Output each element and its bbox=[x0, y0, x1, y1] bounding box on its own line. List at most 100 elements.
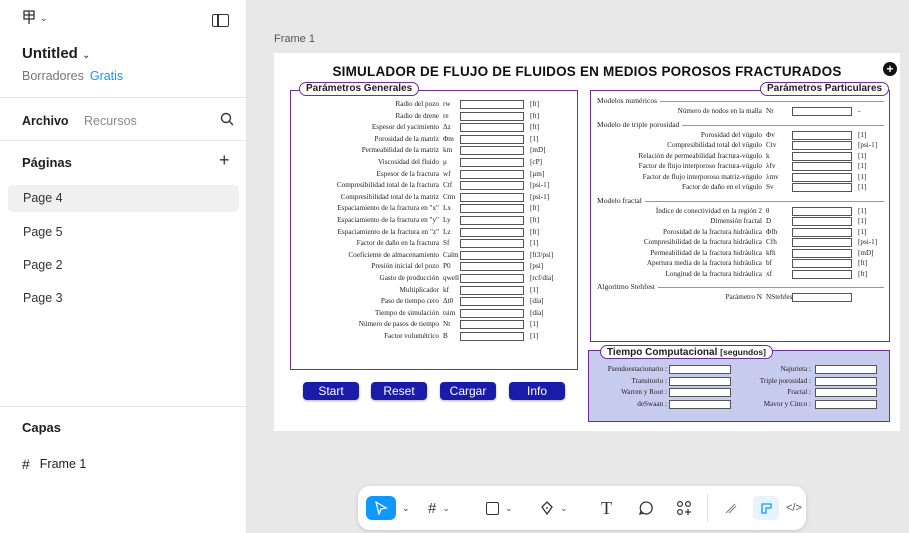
param-unit: [1] bbox=[858, 183, 867, 191]
param-input[interactable] bbox=[460, 308, 524, 318]
param-label: Compresibilidad de la fractura hidráulic… bbox=[643, 238, 762, 246]
time-output[interactable] bbox=[815, 376, 877, 386]
param-input[interactable] bbox=[460, 192, 524, 202]
pen-tool[interactable]: ⌄ bbox=[540, 496, 568, 520]
dev-mode-button[interactable]: </> bbox=[786, 496, 802, 520]
param-input[interactable] bbox=[460, 320, 524, 330]
param-input[interactable] bbox=[792, 206, 852, 216]
toggle-sidebar-icon[interactable] bbox=[212, 14, 229, 27]
param-input[interactable] bbox=[460, 134, 524, 144]
param-input[interactable] bbox=[792, 141, 852, 150]
text-tool[interactable]: T bbox=[601, 496, 612, 520]
param-input[interactable] bbox=[460, 239, 524, 249]
page-item[interactable]: Page 4 bbox=[8, 185, 239, 212]
param-label: Compresibilidad total de la fractura bbox=[336, 181, 439, 190]
param-label: Porosidad de la fractura hidráulica bbox=[663, 227, 762, 236]
tab-file[interactable]: Archivo bbox=[22, 114, 69, 128]
param-unit: [ft] bbox=[530, 204, 540, 213]
param-input[interactable] bbox=[460, 274, 524, 283]
param-input[interactable] bbox=[460, 111, 524, 121]
layers-title: Capas bbox=[22, 420, 62, 435]
param-input[interactable] bbox=[792, 217, 852, 226]
time-output[interactable] bbox=[669, 399, 731, 409]
param-input[interactable] bbox=[460, 285, 524, 295]
actions-tool[interactable] bbox=[676, 496, 692, 520]
page-item[interactable]: Page 2 bbox=[8, 252, 239, 279]
param-input[interactable] bbox=[792, 107, 852, 116]
param-symbol: μ bbox=[443, 158, 447, 166]
param-input[interactable] bbox=[460, 181, 524, 191]
divider bbox=[0, 97, 247, 98]
param-label: Coeficiente de almacenamiento bbox=[348, 250, 439, 259]
param-unit: [ft3/psi] bbox=[530, 250, 554, 259]
param-symbol: kfh bbox=[766, 248, 776, 257]
draw-mode-button[interactable] bbox=[724, 496, 738, 520]
time-output[interactable] bbox=[669, 365, 731, 374]
page-item[interactable]: Page 5 bbox=[8, 219, 239, 246]
param-symbol: Δt0 bbox=[443, 297, 454, 306]
move-tool[interactable] bbox=[366, 496, 396, 520]
param-input[interactable] bbox=[460, 146, 524, 156]
param-input[interactable] bbox=[460, 216, 524, 225]
param-input[interactable] bbox=[792, 227, 852, 237]
param-symbol: Φv bbox=[766, 130, 775, 139]
param-input[interactable] bbox=[792, 269, 852, 279]
param-label: Índice de conectividad en la región 2 bbox=[655, 206, 762, 215]
param-symbol: re bbox=[443, 111, 449, 120]
chevron-down-icon: ⌄ bbox=[505, 502, 513, 513]
time-output[interactable] bbox=[815, 399, 877, 409]
time-label: Pseudoestacionario : bbox=[607, 365, 667, 373]
divider bbox=[0, 406, 247, 407]
start-button[interactable]: Start bbox=[303, 382, 359, 400]
time-output[interactable] bbox=[815, 365, 877, 374]
param-input[interactable] bbox=[460, 100, 524, 109]
drafts-label[interactable]: Borradores bbox=[22, 69, 84, 83]
pencil-icon bbox=[725, 503, 737, 514]
time-label: Warren y Root : bbox=[621, 388, 667, 396]
plus-circle-icon[interactable]: + bbox=[883, 62, 897, 76]
param-unit: [ft] bbox=[530, 216, 540, 224]
param-input[interactable] bbox=[460, 332, 524, 341]
comment-tool[interactable] bbox=[639, 496, 653, 520]
frame-tool[interactable]: # ⌄ bbox=[428, 496, 450, 520]
param-input[interactable] bbox=[460, 297, 524, 307]
param-input[interactable] bbox=[460, 123, 524, 133]
param-input[interactable] bbox=[792, 248, 852, 258]
time-output[interactable] bbox=[669, 388, 731, 397]
tab-assets[interactable]: Recursos bbox=[84, 114, 137, 128]
param-input[interactable] bbox=[460, 158, 524, 167]
param-input[interactable] bbox=[460, 204, 524, 214]
param-unit: [ft] bbox=[530, 227, 540, 236]
file-title[interactable]: Untitled ⌄ bbox=[22, 45, 90, 62]
frame-label[interactable]: Frame 1 bbox=[274, 33, 315, 45]
add-page-icon[interactable]: + bbox=[219, 150, 230, 171]
param-input[interactable] bbox=[792, 162, 852, 171]
param-unit: [psi-1] bbox=[858, 141, 878, 149]
param-input[interactable] bbox=[460, 227, 524, 237]
shape-tool[interactable]: ⌄ bbox=[486, 496, 513, 520]
param-input[interactable] bbox=[792, 172, 852, 182]
frame-1[interactable]: SIMULADOR DE FLUJO DE FLUIDOS EN MEDIOS … bbox=[274, 53, 900, 431]
param-input[interactable] bbox=[792, 238, 852, 247]
time-output[interactable] bbox=[815, 388, 877, 397]
param-input[interactable] bbox=[460, 250, 524, 260]
page-item[interactable]: Page 3 bbox=[8, 285, 239, 312]
reset-button[interactable]: Reset bbox=[371, 382, 427, 400]
param-input[interactable] bbox=[460, 262, 524, 272]
search-icon[interactable] bbox=[220, 112, 234, 126]
param-input[interactable] bbox=[460, 169, 524, 179]
time-output[interactable] bbox=[669, 376, 731, 386]
param-input[interactable] bbox=[792, 293, 852, 302]
param-input[interactable] bbox=[792, 130, 852, 140]
chevron-down-icon[interactable]: ⌄ bbox=[402, 496, 410, 520]
param-label: Permeabilidad de la matriz bbox=[361, 146, 439, 155]
param-input[interactable] bbox=[792, 259, 852, 268]
param-input[interactable] bbox=[792, 183, 852, 192]
info-button[interactable]: Info bbox=[509, 382, 565, 400]
design-mode-button[interactable] bbox=[753, 496, 779, 520]
plan-badge[interactable]: Gratis bbox=[90, 69, 123, 83]
load-button[interactable]: Cargar bbox=[440, 382, 496, 400]
param-input[interactable] bbox=[792, 151, 852, 161]
main-menu-button[interactable]: ⌄ bbox=[22, 10, 48, 26]
layer-item[interactable]: # Frame 1 bbox=[22, 456, 86, 472]
